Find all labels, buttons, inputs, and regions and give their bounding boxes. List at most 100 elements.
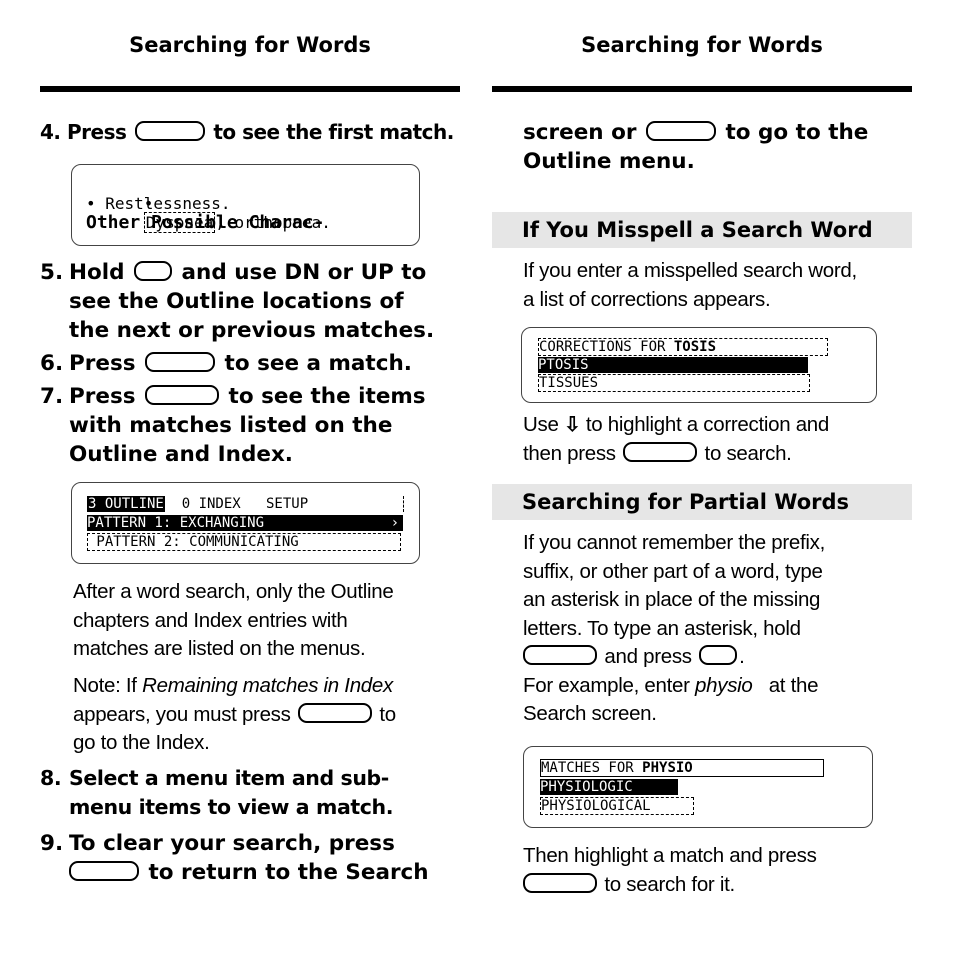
- menu-tab-outline[interactable]: 3 OUTLINE: [87, 496, 165, 512]
- device-screen-corrections: CORRECTIONS FOR TOSIS PTOSIS TISSUES: [521, 327, 877, 403]
- menu-row-3[interactable]: PATTERN 2: COMMUNICATING: [87, 533, 401, 551]
- note-paragraph: Note: If Remaining matches in Index appe…: [73, 672, 473, 758]
- match-item[interactable]: PHYSIOLOGICAL: [540, 797, 694, 815]
- partial-match-instructions: Then highlight a match and press to sear…: [523, 842, 923, 899]
- menu-row-2-selected[interactable]: PATTERN 1: EXCHANGING ›: [87, 515, 403, 531]
- text: Note: If: [73, 674, 143, 697]
- step-text: and use DN or UP to: [181, 260, 427, 285]
- step-text: Hold: [69, 260, 125, 285]
- step-number: 4.: [40, 120, 61, 144]
- step-number: 9.: [40, 831, 64, 856]
- correction-instructions: Use ⇩ to highlight a correction and then…: [523, 411, 923, 468]
- step-text: menu items to view a match.: [69, 795, 394, 819]
- misspelled-word: TOSIS: [673, 339, 717, 355]
- text-line: go to the Index.: [73, 731, 210, 754]
- text-line: a list of corrections appears.: [523, 287, 771, 311]
- partial-word: PHYSIO: [642, 760, 693, 776]
- step-5: 5. Hold and use DN or UP to see the Outli…: [40, 258, 470, 345]
- step-text: the next or previous matches.: [69, 318, 435, 343]
- italic-text: physio: [695, 673, 753, 697]
- text: Use: [523, 413, 559, 436]
- shift-key-icon: [134, 261, 173, 281]
- step-number: 8.: [40, 766, 62, 790]
- step-text: to see a match.: [224, 351, 412, 376]
- text-line: matches are listed on the menus.: [73, 637, 366, 660]
- index-key-icon: [297, 702, 372, 723]
- section-title: Searching for Partial Words: [522, 490, 850, 514]
- text-line: If you cannot remember the prefix,: [523, 531, 826, 554]
- match-item-selected[interactable]: PHYSIOLOGIC: [540, 779, 678, 795]
- step-text: Press: [69, 384, 136, 409]
- shift-key-icon: [523, 645, 597, 665]
- menu-tabs[interactable]: 0 INDEX SETUP: [165, 496, 308, 512]
- correction-item[interactable]: TISSUES: [538, 374, 810, 392]
- explanation-paragraph: After a word search, only the Outline ch…: [73, 578, 473, 664]
- clear-key-icon: [69, 861, 139, 881]
- screen-text: MATCHES FOR: [541, 760, 643, 776]
- step-6: 6. Press to see a match.: [40, 349, 412, 378]
- header-rule-left: [40, 86, 460, 92]
- menu-row-1: 3 OUTLINE 0 INDEX SETUP: [87, 496, 404, 512]
- italic-text: Remaining matches in Index: [142, 674, 393, 697]
- screen-line-2: • Restlessness.: [86, 194, 231, 213]
- step-number: 6.: [40, 351, 64, 376]
- enter-key-icon: [523, 872, 597, 893]
- step-text: to see the first match.: [213, 120, 454, 144]
- text-line: After a word search, only the Outline: [73, 580, 394, 603]
- step-text: to go to the: [725, 120, 869, 145]
- step-number: 5.: [40, 260, 64, 285]
- screen-line-3: Other Possible Charac-: [86, 212, 325, 233]
- section-heading-misspell: If You Misspell a Search Word: [492, 212, 912, 248]
- text: at the: [752, 673, 819, 697]
- text-line: an asterisk in place of the missing: [523, 588, 821, 611]
- enter-key-icon: [623, 441, 698, 462]
- header-rule-right: [492, 86, 912, 92]
- step-text: To clear your search, press: [69, 831, 395, 856]
- step-7: 7. Press to see the items with matches li…: [40, 382, 470, 469]
- text: For example, enter: [523, 673, 696, 697]
- menu-key-icon: [145, 385, 220, 405]
- text-line: If you enter a misspelled search word,: [523, 259, 857, 282]
- step-text: Outline and Index.: [69, 442, 293, 467]
- text-line: chapters and Index entries with: [73, 608, 348, 632]
- section-title: If You Misspell a Search Word: [522, 218, 873, 242]
- text: to search for it.: [604, 872, 735, 896]
- enter-key-icon: [145, 352, 216, 372]
- back-key-icon: [645, 121, 716, 141]
- menu-item: PATTERN 1: EXCHANGING: [87, 515, 265, 531]
- text-line: Search screen.: [523, 702, 657, 725]
- step-4: 4. Press to see the first match.: [40, 118, 454, 147]
- step-text: with matches listed on the: [69, 413, 393, 438]
- step-text: to see the items: [228, 384, 426, 409]
- device-screen-partial-matches: MATCHES FOR PHYSIO PHYSIOLOGIC PHYSIOLOG…: [523, 746, 873, 828]
- text: and press: [604, 645, 692, 668]
- correction-item-selected[interactable]: PTOSIS: [538, 357, 808, 373]
- text-line: Then highlight a match and press: [523, 844, 817, 867]
- section-heading-partial: Searching for Partial Words: [492, 484, 912, 520]
- text: to search.: [704, 441, 792, 465]
- step-9: 9. To clear your search, press to return …: [40, 829, 429, 887]
- text: then press: [523, 441, 616, 465]
- step-text: to return to the Search: [148, 860, 429, 885]
- misspell-paragraph: If you enter a misspelled search word, a…: [523, 257, 923, 314]
- device-screen-match: • Dyspnea, orthopnea. • Restlessness. Ot…: [71, 164, 420, 246]
- submenu-arrow-icon: ›: [390, 515, 399, 531]
- step-text: see the Outline locations of: [69, 289, 404, 314]
- text: appears, you must press: [73, 702, 291, 726]
- screen-text: CORRECTIONS FOR: [539, 339, 674, 355]
- device-screen-menu: 3 OUTLINE 0 INDEX SETUP PATTERN 1: EXCHA…: [71, 482, 420, 564]
- step-text: Outline menu.: [523, 149, 695, 174]
- text: to: [379, 702, 396, 726]
- step-text: Press: [69, 351, 136, 376]
- step-9-continued: screen or to go to the Outline menu.: [523, 118, 923, 176]
- down-arrow-icon: ⇩: [563, 414, 581, 436]
- partial-paragraph: If you cannot remember the prefix, suffi…: [523, 529, 923, 729]
- text-line: letters. To type an asterisk, hold: [523, 616, 801, 640]
- step-8: 8. Select a menu item and sub- menu items…: [40, 764, 394, 822]
- corrections-header: CORRECTIONS FOR TOSIS: [538, 338, 828, 356]
- running-head-left: Searching for Words: [129, 33, 371, 57]
- text: to highlight a correction and: [585, 413, 829, 436]
- running-head-right: Searching for Words: [581, 33, 823, 57]
- question-key-icon: [699, 645, 738, 665]
- step-text: Press: [66, 120, 127, 144]
